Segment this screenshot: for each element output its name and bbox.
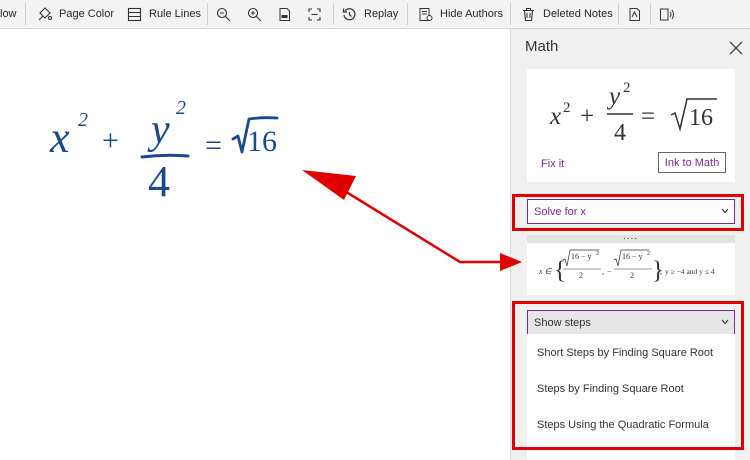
toolbar-divider <box>407 3 408 25</box>
ink-equals: = <box>205 129 222 162</box>
hide-authors-icon <box>419 7 433 21</box>
replay-label: Replay <box>364 8 399 20</box>
result-root-2-exp: 2 <box>647 251 650 257</box>
ink-x: x <box>49 113 70 162</box>
rendered-equation: x 2 + y 2 4 = 16 <box>549 80 717 146</box>
result-condition: y ≥ −4 and y ≤ 4 <box>665 267 715 276</box>
eq-x: x <box>549 103 561 130</box>
result-drag-bar[interactable]: .... <box>527 231 735 243</box>
page-width-button[interactable] <box>307 0 322 28</box>
toolbar-divider <box>650 3 651 25</box>
result-open-brace: { <box>554 257 566 284</box>
page-color-label: Page Color <box>59 8 115 20</box>
zoom-100-button[interactable] <box>277 0 292 28</box>
read-aloud-button[interactable] <box>659 0 675 28</box>
result-root-2: 16 − y <box>622 252 643 261</box>
eq-x-exponent: 2 <box>563 100 571 116</box>
eq-denominator: 4 <box>614 120 626 146</box>
result-den-1: 2 <box>579 271 583 280</box>
highlight-solve-box <box>512 194 744 231</box>
zoom-out-icon <box>216 7 231 21</box>
toolbar-divider <box>25 3 26 25</box>
ink-y-exponent: 2 <box>176 97 186 119</box>
page-width-icon <box>308 7 321 21</box>
read-aloud-icon <box>660 8 674 20</box>
rule-lines-label: Rule Lines <box>149 8 201 20</box>
result-comma-2: , <box>660 267 662 276</box>
ink-denominator: 4 <box>148 157 170 206</box>
view-partial-button[interactable]: low <box>0 0 17 28</box>
deleted-notes-button[interactable]: Deleted Notes <box>521 0 613 28</box>
rule-lines-icon <box>127 7 142 21</box>
deleted-notes-label: Deleted Notes <box>543 8 613 20</box>
ink-to-math-button[interactable]: Ink to Math <box>658 152 726 173</box>
result-x-in: x ∈ <box>538 267 553 276</box>
eq-equals: = <box>641 103 655 130</box>
more-dots-icon: .... <box>623 231 639 242</box>
replay-button[interactable]: Replay <box>342 0 398 28</box>
eq-y: y <box>606 83 621 110</box>
ink-canvas[interactable]: x 2 + y 2 4 = 16 <box>0 29 510 460</box>
zoom-out-button[interactable] <box>216 0 231 28</box>
ink-translate-button[interactable] <box>627 0 642 28</box>
equation-preview: x 2 + y 2 4 = 16 Fix it Ink to Math <box>527 69 735 182</box>
paint-bucket-icon <box>38 6 52 20</box>
result-comma-1: , <box>602 267 604 276</box>
page-color-button[interactable]: Page Color <box>37 0 114 28</box>
toolbar-divider <box>333 3 334 25</box>
zoom-in-icon <box>247 7 262 21</box>
ribbon-toolbar: low Page Color Rule Lines Replay Hide Au… <box>0 0 750 29</box>
handwritten-equation: x 2 + y 2 4 = 16 <box>49 97 279 206</box>
toolbar-divider <box>618 3 619 25</box>
hide-authors-label: Hide Authors <box>440 8 503 20</box>
ink-y: y <box>147 107 170 153</box>
page-zoom-icon <box>279 7 290 21</box>
fix-it-link[interactable]: Fix it <box>541 158 564 170</box>
math-pane-title: Math <box>525 38 559 55</box>
ink-fraction-bar <box>140 153 190 159</box>
zoom-in-button[interactable] <box>247 0 262 28</box>
eq-radicand: 16 <box>689 105 713 131</box>
rule-lines-button[interactable]: Rule Lines <box>127 0 201 28</box>
ink-radicand: 16 <box>247 125 277 158</box>
ink-x-exponent: 2 <box>78 109 88 131</box>
toolbar-divider <box>207 3 208 25</box>
result-minus: − <box>607 267 612 276</box>
eq-plus: + <box>580 103 594 130</box>
view-partial-label: low <box>0 8 17 20</box>
result-root-1: 16 − y <box>571 252 592 261</box>
highlight-steps-box <box>512 301 744 450</box>
close-icon[interactable] <box>728 40 744 56</box>
result-root-1-exp: 2 <box>596 251 599 257</box>
ink-plus: + <box>102 124 119 157</box>
trash-icon <box>523 7 534 21</box>
solution-formula: x ∈ { 16 − y 2 2 , − 16 − y 2 2 } , y ≥ … <box>538 249 715 284</box>
toolbar-divider <box>510 3 511 25</box>
replay-icon <box>342 7 356 20</box>
solution-result: .... x ∈ { 16 − y 2 2 , − 16 − y 2 2 } ,… <box>527 231 735 295</box>
hide-authors-button[interactable]: Hide Authors <box>418 0 503 28</box>
result-den-2: 2 <box>630 271 634 280</box>
ink-translate-icon <box>629 7 640 21</box>
eq-y-exponent: 2 <box>623 80 631 96</box>
result-close-brace: } <box>652 257 664 284</box>
